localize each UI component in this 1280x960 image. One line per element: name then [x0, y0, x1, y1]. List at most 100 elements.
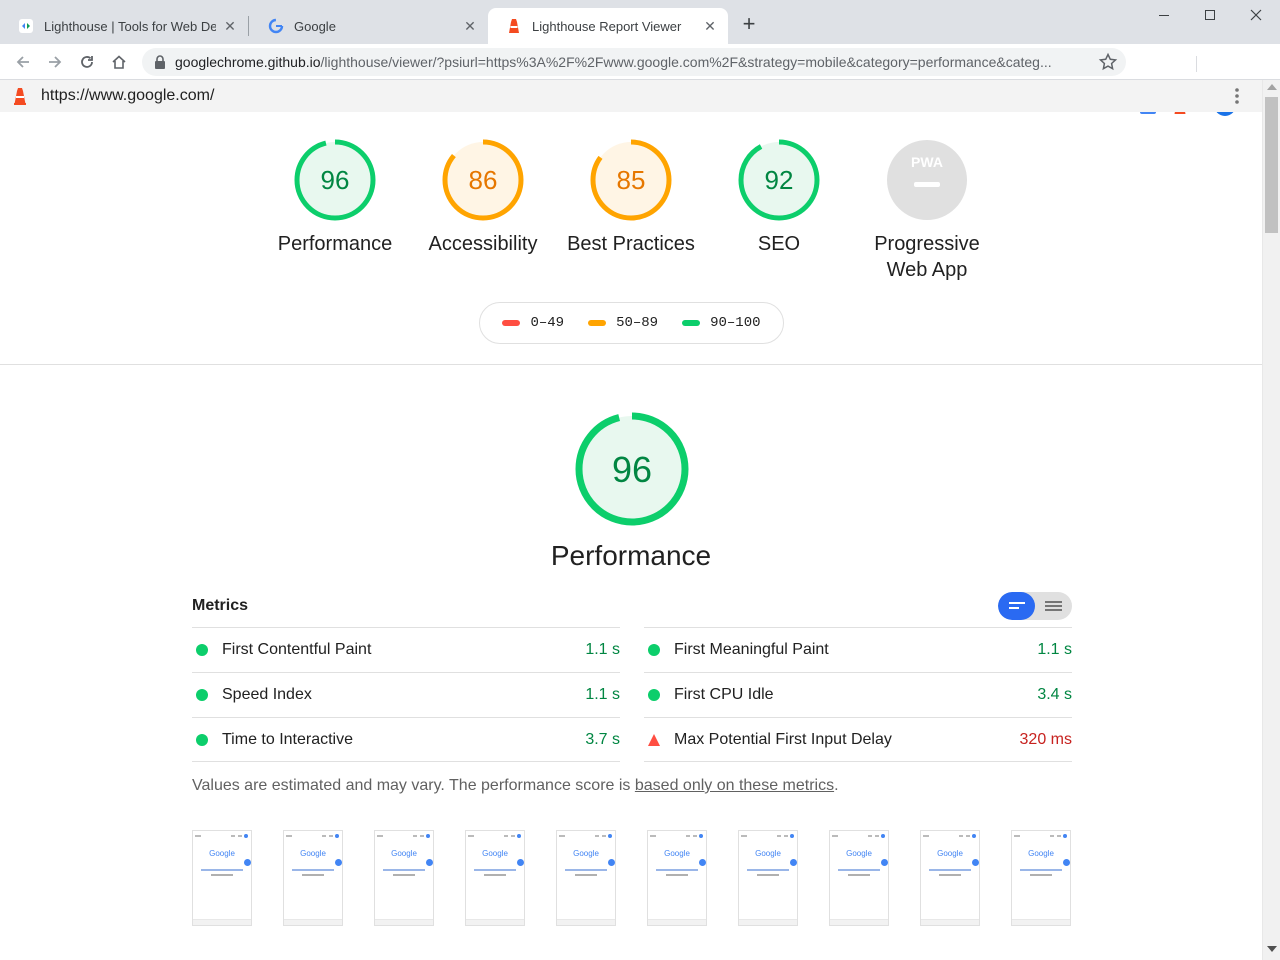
score-gauge-seo[interactable]: 92 SEO — [705, 139, 853, 257]
thumb-text-line — [211, 874, 233, 876]
performance-score: 96 — [612, 449, 652, 490]
thumb-footer — [648, 919, 706, 925]
metric-value: 3.4 s — [1037, 686, 1072, 703]
thumb-topbar — [923, 834, 976, 838]
thumb-text-line — [484, 874, 506, 876]
thumb-topbar — [286, 834, 339, 838]
url-path: /lighthouse/viewer/?psiurl=https%3A%2F%2… — [320, 54, 1052, 70]
tab-title: Lighthouse Report Viewer — [532, 18, 682, 34]
metric-name: First Contentful Paint — [222, 641, 372, 658]
filmstrip-frame: Google — [192, 830, 252, 926]
thumb-text-line — [747, 869, 789, 871]
metrics-column-right: First Meaningful Paint 1.1 s First CPU I… — [644, 627, 1072, 762]
close-tab-icon[interactable]: ✕ — [702, 18, 718, 34]
tab-lighthouse-tools[interactable]: Lighthouse | Tools for Web De ✕ — [0, 8, 248, 44]
legend-range: 50–89 — [616, 315, 659, 331]
close-window-icon[interactable] — [1244, 6, 1268, 26]
thumb-text-line — [201, 869, 243, 871]
thumb-text-line — [383, 869, 425, 871]
forward-arrow-icon[interactable] — [43, 50, 67, 74]
thumb-topbar — [377, 834, 430, 838]
pass-dot-icon — [196, 644, 208, 656]
metric-value: 1.1 s — [585, 641, 620, 658]
minimize-icon[interactable] — [1152, 6, 1176, 26]
back-arrow-icon[interactable] — [11, 50, 35, 74]
thumb-text-line — [565, 869, 607, 871]
thumb-google-logo: Google — [482, 849, 508, 858]
score-gauge-accessibility[interactable]: 86 Accessibility — [409, 139, 557, 257]
thumb-google-logo: Google — [300, 849, 326, 858]
tab-google[interactable]: Google ✕ — [250, 8, 488, 44]
metric-value: 1.1 s — [1037, 641, 1072, 658]
metrics-heading: Metrics — [192, 597, 249, 614]
tab-title: Google — [294, 18, 336, 34]
metric-first-meaningful-paint: First Meaningful Paint 1.1 s — [644, 627, 1072, 672]
report-tools-menu-icon[interactable] — [1229, 86, 1245, 106]
thumb-text-line — [929, 869, 971, 871]
metric-max-potential-fid: Max Potential First Input Delay 320 ms — [644, 717, 1072, 762]
lighthouse-logo-icon — [14, 88, 26, 105]
score-gauge-best-practices[interactable]: 85 Best Practices — [557, 139, 705, 257]
url-text[interactable]: googlechrome.github.io/lighthouse/viewer… — [175, 54, 1085, 70]
legend-range: 0–49 — [530, 315, 565, 331]
summary-lines-icon — [1009, 602, 1025, 609]
thumb-topbar — [741, 834, 794, 838]
thumb-text-line — [1020, 869, 1062, 871]
metric-first-cpu-idle: First CPU Idle 3.4 s — [644, 672, 1072, 717]
legend-item-fail: 0–49 — [502, 315, 564, 331]
page-scrollbar[interactable] — [1262, 80, 1280, 960]
score-gauge-performance[interactable]: 96 Performance — [261, 139, 409, 257]
tab-lighthouse-report-viewer[interactable]: Lighthouse Report Viewer ✕ — [488, 8, 728, 44]
reload-icon[interactable] — [75, 50, 99, 74]
gauge-score: 85 — [617, 165, 646, 195]
scroll-down-arrow-icon[interactable] — [1267, 946, 1277, 952]
address-bar[interactable]: googlechrome.github.io/lighthouse/viewer… — [142, 48, 1126, 76]
lock-icon[interactable] — [154, 55, 166, 69]
bookmark-star-icon[interactable] — [1098, 52, 1118, 72]
url-host: googlechrome.github.io — [175, 54, 321, 70]
close-tab-icon[interactable]: ✕ — [222, 18, 238, 34]
thumb-text-line — [292, 869, 334, 871]
gauge-label: Best Practices — [567, 233, 695, 255]
pass-dot-icon — [196, 689, 208, 701]
metrics-calculator-link[interactable]: based only on these metrics — [635, 777, 834, 794]
filmstrip-frame: Google — [1011, 830, 1071, 926]
filmstrip-frame: Google — [829, 830, 889, 926]
home-icon[interactable] — [107, 50, 131, 74]
note-text: Values are estimated and may vary. The p… — [192, 777, 635, 794]
metrics-note: Values are estimated and may vary. The p… — [192, 777, 839, 795]
thumb-text-line — [656, 869, 698, 871]
legend-swatch — [588, 320, 607, 326]
thumb-topbar — [195, 834, 248, 838]
thumb-footer — [921, 919, 979, 925]
toggle-summary-view[interactable] — [998, 592, 1035, 620]
pwa-badge-icon: PWA — [887, 140, 967, 220]
gauge-label-line1: Progressive — [874, 233, 980, 255]
gauge-score: 92 — [765, 165, 794, 195]
thumb-footer — [557, 919, 615, 925]
scroll-up-arrow-icon[interactable] — [1267, 84, 1277, 90]
gauge-label: Accessibility — [428, 233, 538, 255]
thumb-google-logo: Google — [573, 849, 599, 858]
thumb-app-button — [972, 859, 979, 866]
new-tab-button[interactable]: + — [738, 13, 760, 36]
report-url[interactable]: https://www.google.com/ — [41, 87, 214, 105]
thumb-app-button — [790, 859, 797, 866]
filmstrip-frame: Google — [374, 830, 434, 926]
section-divider — [0, 364, 1262, 365]
thumb-topbar — [559, 834, 612, 838]
description-lines-icon — [1045, 601, 1062, 611]
metric-value: 1.1 s — [585, 686, 620, 703]
thumb-topbar — [1014, 834, 1067, 838]
close-tab-icon[interactable]: ✕ — [462, 18, 478, 34]
thumb-app-button — [244, 859, 251, 866]
score-gauge-pwa[interactable]: PWA Progressive Web App — [853, 139, 1001, 283]
thumb-text-line — [1030, 874, 1052, 876]
maximize-icon[interactable] — [1198, 6, 1222, 26]
thumb-footer — [193, 919, 251, 925]
pwa-badge-text: PWA — [911, 154, 943, 170]
gauge-label-line2: Web App — [886, 259, 968, 281]
toggle-description-view[interactable] — [1035, 592, 1072, 620]
scrollbar-thumb[interactable] — [1265, 97, 1278, 233]
metrics-view-toggle[interactable] — [998, 592, 1072, 620]
